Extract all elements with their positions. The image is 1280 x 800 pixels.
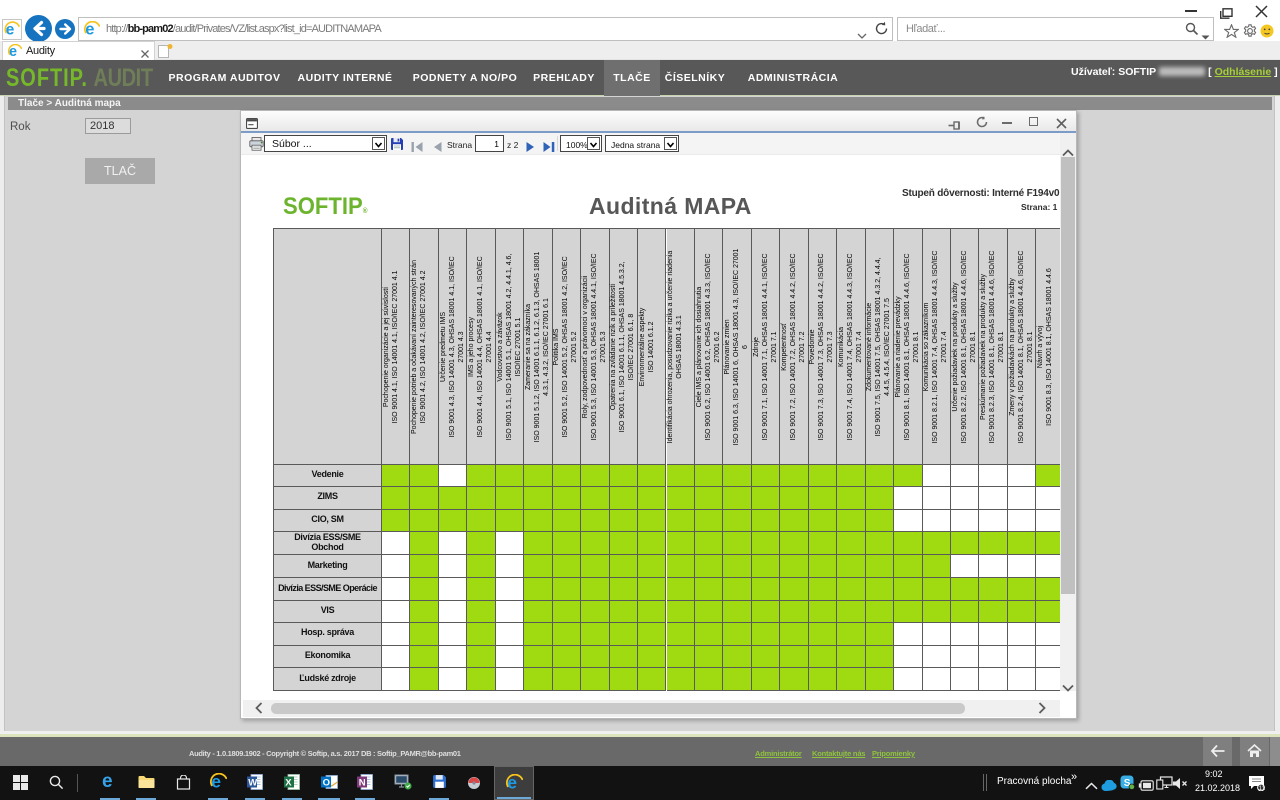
svg-text:11: 11 xyxy=(1259,786,1265,791)
svg-text:N: N xyxy=(359,777,366,788)
svg-text:e: e xyxy=(102,772,113,789)
svg-text:O: O xyxy=(322,777,329,788)
svg-text:X: X xyxy=(285,777,292,788)
svg-text:W: W xyxy=(248,777,257,788)
